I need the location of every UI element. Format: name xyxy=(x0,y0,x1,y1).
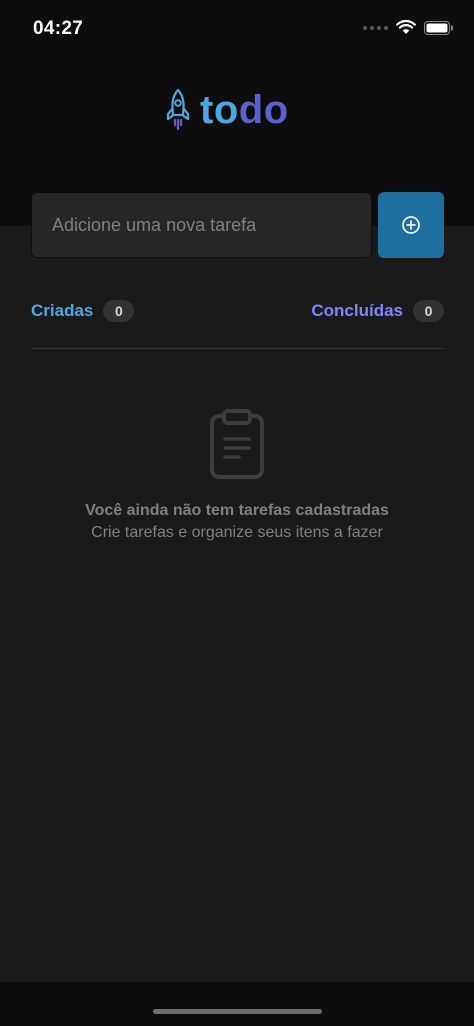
logo-wordmark-part2: do xyxy=(238,88,289,132)
done-label: Concluídas xyxy=(311,301,403,320)
plus-circle-icon xyxy=(402,216,420,234)
clipboard-icon xyxy=(210,409,264,479)
empty-state-subtitle: Crie tarefas e organize seus itens a faz… xyxy=(91,524,383,541)
created-count-badge: 0 xyxy=(103,300,135,322)
battery-icon xyxy=(424,20,453,35)
logo-wordmark-part1: to xyxy=(200,88,239,132)
done-count-badge: 0 xyxy=(413,300,444,322)
rocket-icon xyxy=(166,88,190,131)
empty-state-title: Você ainda não tem tarefas cadastradas xyxy=(85,502,389,519)
created-label: Criadas xyxy=(31,301,94,320)
created-counter: Criadas 0 xyxy=(31,300,135,322)
done-counter: Concluídas 0 xyxy=(311,300,444,322)
new-task-field[interactable] xyxy=(31,192,372,258)
list-divider xyxy=(31,348,444,349)
add-task-button[interactable] xyxy=(378,192,444,258)
status-icons xyxy=(363,20,454,35)
signal-dots-icon xyxy=(363,25,388,30)
logo-wordmark: todo xyxy=(200,88,289,132)
wifi-icon xyxy=(396,20,416,34)
new-task-input[interactable] xyxy=(52,214,351,236)
home-indicator-area xyxy=(0,982,474,1026)
home-indicator[interactable] xyxy=(153,1009,322,1014)
app-logo: todo xyxy=(166,88,289,132)
task-list-area xyxy=(0,226,474,982)
status-bar: 04:27 xyxy=(0,0,474,56)
status-time: 04:27 xyxy=(33,18,84,39)
